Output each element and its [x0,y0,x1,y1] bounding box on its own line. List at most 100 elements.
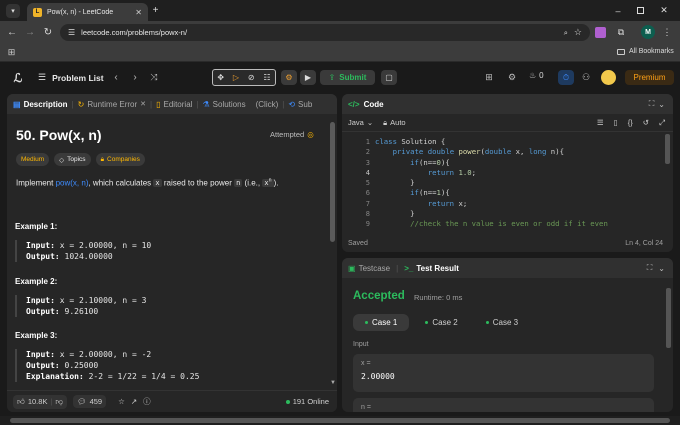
premium-button[interactable]: Premium [625,70,674,85]
minimize-button[interactable]: – [611,4,625,17]
description-scrollbar[interactable] [330,122,335,242]
reset-icon[interactable]: ↺ [643,118,649,127]
add-friend-button[interactable]: ⚇ [580,71,592,83]
next-problem-button[interactable]: › [129,71,141,83]
fullscreen-icon[interactable]: ⤢ [659,118,665,128]
collapse-icon[interactable]: ⌄ [658,100,665,109]
lock-icon: 🔒︎ [383,117,388,127]
settings-button[interactable]: ⚙ [506,71,518,83]
leetcode-logo-icon[interactable]: ℒ [12,71,24,85]
extension-icon[interactable] [595,27,606,38]
scroll-down-icon[interactable]: ▼ [330,380,336,386]
streak-counter[interactable]: ♨ 0 [529,71,544,80]
explanation-value: 2-2 = 1/22 = 1/4 = 0.25 [83,372,200,381]
zoom-icon[interactable]: ⌕ [564,28,568,38]
apps-grid-icon[interactable]: ⊞ [6,47,17,58]
code-line[interactable]: return 1.0; [375,168,665,178]
case-3-tab[interactable]: Case 3 [474,314,530,331]
tab-editorial[interactable]: ▯ Editorial [156,100,192,109]
forward-button[interactable]: → [23,25,37,39]
prev-problem-button[interactable]: ‹ [110,71,122,83]
comments-button[interactable]: 💬︎ 459 [73,395,107,408]
auto-mode[interactable]: 🔒︎ Auto [383,118,405,128]
pow-link[interactable]: pow(x, n) [56,178,89,187]
code-line[interactable]: } [375,209,665,219]
play-outline-icon[interactable]: ▷ [233,73,239,82]
notes-icon[interactable]: ☰ [597,118,604,127]
tab-runtime-error[interactable]: ↻ Runtime Error ✕ [78,100,146,109]
submit-button[interactable]: ⇪ Submit [320,70,375,85]
case-1-tab[interactable]: Case 1 [353,314,410,331]
tab-solutions[interactable]: ⚗ Solutions [203,100,246,109]
code-xn: xn [262,178,274,188]
favorite-star-icon[interactable]: ☆ [118,397,125,406]
tab-description[interactable]: ▤ Description [13,100,68,109]
language-select[interactable]: Java ⌄ [348,118,373,127]
site-info-icon[interactable]: ☰ [68,28,75,37]
timer-button[interactable]: ⏱ [558,70,574,85]
hide-icon[interactable]: ⊘ [248,73,255,82]
arrow-right-icon: → [25,26,35,38]
maximize-icon[interactable]: ⛶ [647,263,653,273]
run-button[interactable]: ▶ [300,70,316,85]
extensions-puzzle-icon[interactable]: ⧉ [615,26,627,38]
code-line[interactable]: return x; [375,199,665,209]
layout-button[interactable]: ⊞ [483,71,495,83]
maximize-icon[interactable]: ⛶ [649,99,655,109]
editor-statusbar: Saved Ln 4, Col 24 [342,234,673,252]
result-scrollbar[interactable] [666,288,671,348]
chrome-menu-icon[interactable]: ⋮ [662,26,672,38]
tab-submissions[interactable]: ⟲ Sub [288,100,312,109]
debugger-button[interactable]: ⚙ [281,70,297,85]
close-tab-icon[interactable]: ✕ [135,8,142,17]
output-value: 9.26100 [59,307,99,316]
browser-tab-active[interactable]: L Pow(x, n) - LeetCode ✕ [27,3,148,21]
thumbs-down-icon[interactable]: 👎︎ [55,397,63,407]
omnibox[interactable]: ☰ leetcode.com/problems/powx-n/ ⌕ ☆ [60,24,590,41]
user-avatar[interactable] [601,70,616,85]
collapse-icon[interactable]: ⌄ [658,264,665,273]
pass-dot-icon [485,321,489,324]
tab-test-result[interactable]: >_ Test Result [404,264,459,273]
profile-avatar[interactable]: M [641,25,655,39]
example-block: Input: x = 2.10000, n = 3 Output: 9.2610… [15,295,146,317]
url-text[interactable]: leetcode.com/problems/powx-n/ [81,28,558,37]
format-braces-icon[interactable]: {} [628,118,633,127]
code-line[interactable]: } [375,178,665,188]
new-tab-button[interactable]: + [150,5,161,16]
tab-test-result-label: Test Result [416,263,459,273]
code-line[interactable]: if(n==1){ [375,188,665,198]
output-label: Output: [26,307,60,316]
back-button[interactable]: ← [5,25,19,39]
notes-button[interactable]: ▢ [381,70,397,85]
code-line[interactable]: private double power(double x, long n){ [375,147,665,157]
bookmark-icon[interactable]: ▯ [614,118,618,127]
shuffle-button[interactable]: ⤨ [148,71,160,83]
close-icon[interactable]: ✕ [140,100,146,108]
scroll-thumb[interactable] [10,418,670,423]
help-icon[interactable]: ⓘ [143,396,151,407]
comment-count: 459 [89,397,103,406]
code-editor[interactable]: class Solution { private double power(do… [375,137,665,229]
code-line[interactable]: //check the n value is even or odd if it… [375,219,665,229]
tab-search-button[interactable]: ▾ [6,4,20,18]
maximize-button[interactable] [633,4,647,17]
share-icon[interactable]: ↗ [131,397,137,406]
settings-sliders-icon[interactable]: ☷ [263,73,270,82]
tab-click-label[interactable]: (Click) [256,100,279,109]
topics-button[interactable]: ◇ Topics [54,153,91,166]
reload-button[interactable]: ↻ [41,25,55,39]
drag-handle-icon[interactable]: ✥ [217,73,224,82]
editor-scrollbar[interactable] [665,134,670,164]
tab-testcase[interactable]: ▣ Testcase [348,264,390,273]
code-line[interactable]: if(n==0){ [375,158,665,168]
companies-button[interactable]: 🔒︎ Companies [95,153,145,166]
like-button[interactable]: 👍︎ 10.8K | 👎︎ [13,394,68,409]
close-window-button[interactable]: ✕ [657,4,671,17]
case-2-tab[interactable]: Case 2 [413,314,469,331]
bookmark-star-icon[interactable]: ☆ [574,27,582,38]
code-line[interactable]: class Solution { [375,137,665,147]
all-bookmarks-button[interactable]: All Bookmarks [617,48,674,55]
page-horizontal-scrollbar[interactable] [0,416,680,425]
problem-list-button[interactable]: ☰ Problem List [38,72,104,83]
